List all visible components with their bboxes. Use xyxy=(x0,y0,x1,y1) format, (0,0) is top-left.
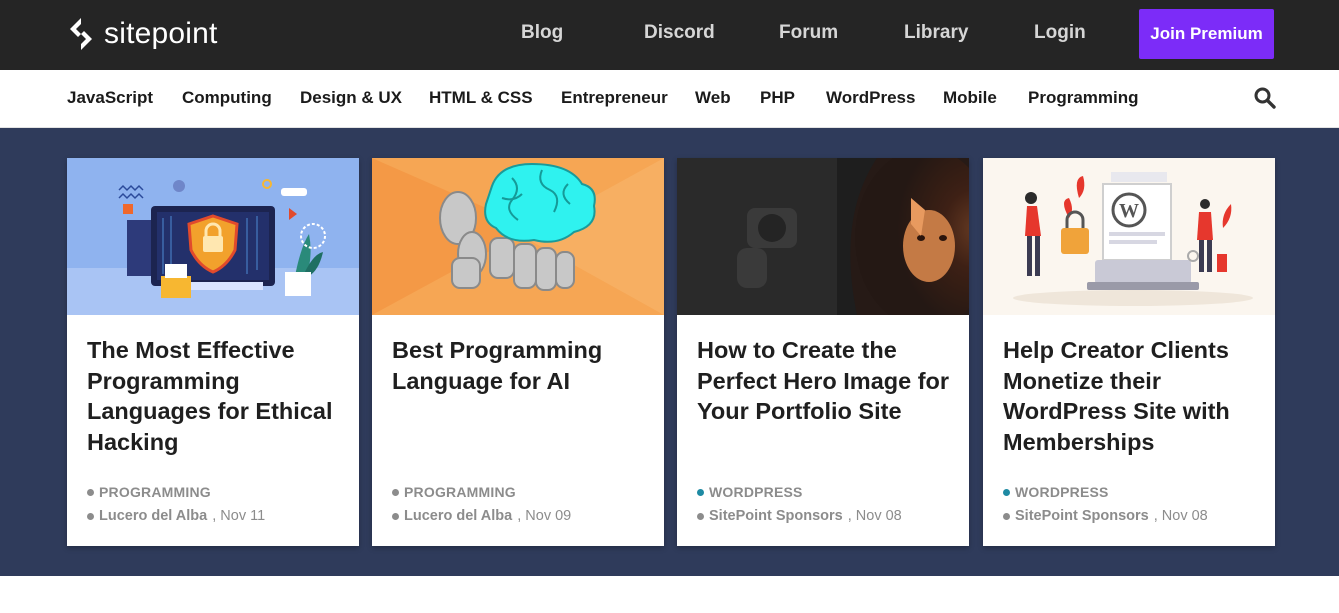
portrait-photo xyxy=(677,158,969,315)
article-category[interactable]: PROGRAMMING xyxy=(392,484,516,500)
article-card-programming-language-ai[interactable]: Best Programming Language for AI PROGRAM… xyxy=(372,158,664,546)
author-dot xyxy=(87,512,94,520)
article-meta: Lucero del Alba , Nov 11 xyxy=(87,508,265,524)
category-label: WORDPRESS xyxy=(1015,484,1109,500)
search-icon xyxy=(1254,87,1276,109)
nav-library[interactable]: Library xyxy=(904,22,968,44)
article-date: , Nov 08 xyxy=(1153,508,1208,524)
article-card-wordpress-memberships[interactable]: W Help Creator Clients Monetize their Wo… xyxy=(983,158,1275,546)
nav-discord[interactable]: Discord xyxy=(644,22,715,44)
category-dot xyxy=(697,488,704,496)
article-date: , Nov 09 xyxy=(517,508,572,524)
article-author[interactable]: SitePoint Sponsors xyxy=(1015,508,1149,524)
category-php[interactable]: PHP xyxy=(760,88,795,108)
author-dot xyxy=(392,512,399,520)
category-design-ux[interactable]: Design & UX xyxy=(300,88,402,108)
article-title[interactable]: How to Create the Perfect Hero Image for… xyxy=(697,335,952,427)
security-shield-illustration xyxy=(67,158,359,315)
article-category[interactable]: WORDPRESS xyxy=(1003,484,1109,500)
category-html-css[interactable]: HTML & CSS xyxy=(429,88,533,108)
category-entrepreneur[interactable]: Entrepreneur xyxy=(561,88,668,108)
author-dot xyxy=(1003,512,1010,520)
article-category[interactable]: PROGRAMMING xyxy=(87,484,211,500)
article-title[interactable]: Best Programming Language for AI xyxy=(392,335,647,396)
category-programming[interactable]: Programming xyxy=(1028,88,1139,108)
top-bar: sitepoint Blog Discord Forum Library Log… xyxy=(0,0,1339,70)
nav-blog[interactable]: Blog xyxy=(521,22,563,44)
article-meta: Lucero del Alba , Nov 09 xyxy=(392,508,571,524)
article-meta: SitePoint Sponsors, Nov 08 xyxy=(1003,508,1208,524)
article-thumbnail[interactable] xyxy=(372,158,664,315)
robot-hand-brain-illustration xyxy=(372,158,664,315)
article-date: , Nov 08 xyxy=(847,508,902,524)
category-mobile[interactable]: Mobile xyxy=(943,88,997,108)
article-thumbnail[interactable] xyxy=(677,158,969,315)
article-author[interactable]: Lucero del Alba xyxy=(99,508,207,524)
category-javascript[interactable]: JavaScript xyxy=(67,88,153,108)
article-meta: SitePoint Sponsors, Nov 08 xyxy=(697,508,902,524)
category-bar: JavaScript Computing Design & UX HTML & … xyxy=(0,70,1339,128)
category-label: WORDPRESS xyxy=(709,484,803,500)
category-dot xyxy=(392,488,399,496)
category-label: PROGRAMMING xyxy=(404,484,516,500)
sitepoint-logo[interactable]: sitepoint xyxy=(66,14,218,54)
article-author[interactable]: Lucero del Alba xyxy=(404,508,512,524)
category-dot xyxy=(87,488,94,496)
article-thumbnail[interactable] xyxy=(67,158,359,315)
svg-text:W: W xyxy=(1119,200,1139,222)
author-dot xyxy=(697,512,704,520)
article-title[interactable]: Help Creator Clients Monetize their Word… xyxy=(1003,335,1258,457)
article-card-ethical-hacking[interactable]: The Most Effective Programming Languages… xyxy=(67,158,359,546)
category-label: PROGRAMMING xyxy=(99,484,211,500)
search-button[interactable] xyxy=(1253,86,1277,110)
category-dot xyxy=(1003,488,1010,496)
article-title[interactable]: The Most Effective Programming Languages… xyxy=(87,335,342,457)
category-computing[interactable]: Computing xyxy=(182,88,272,108)
sitepoint-logo-icon xyxy=(70,18,92,50)
nav-login[interactable]: Login xyxy=(1034,22,1086,44)
wordpress-membership-illustration: W xyxy=(983,158,1275,315)
article-card-hero-image[interactable]: How to Create the Perfect Hero Image for… xyxy=(677,158,969,546)
article-author[interactable]: SitePoint Sponsors xyxy=(709,508,843,524)
nav-forum[interactable]: Forum xyxy=(779,22,838,44)
article-thumbnail[interactable]: W xyxy=(983,158,1275,315)
category-web[interactable]: Web xyxy=(695,88,731,108)
brand-name: sitepoint xyxy=(104,17,218,50)
join-premium-button[interactable]: Join Premium xyxy=(1139,9,1274,59)
category-wordpress[interactable]: WordPress xyxy=(826,88,915,108)
article-date: , Nov 11 xyxy=(212,508,266,524)
article-category[interactable]: WORDPRESS xyxy=(697,484,803,500)
